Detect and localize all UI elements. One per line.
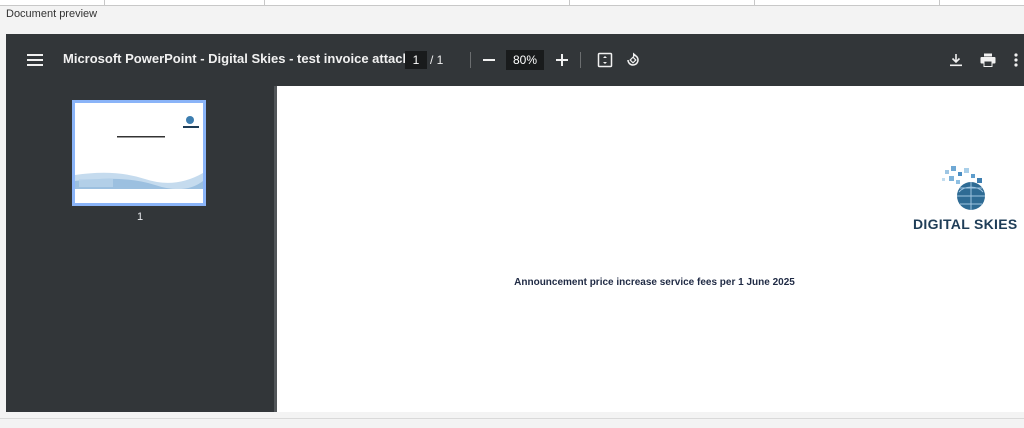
minus-icon (483, 59, 495, 61)
table-cell (120, 0, 265, 5)
plus-icon (556, 54, 568, 66)
more-options-button[interactable] (1010, 49, 1022, 71)
pdf-viewer: Microsoft PowerPoint - Digital Skies - t… (6, 34, 1024, 412)
section-label: Document preview (6, 8, 98, 20)
table-row-cropped (0, 0, 1024, 6)
fit-to-page-icon (597, 52, 613, 68)
table-cell[interactable] (0, 0, 105, 5)
table-cell (755, 0, 940, 5)
zoom-out-button[interactable] (478, 49, 500, 71)
announcement-text: Announcement price increase service fees… (514, 277, 795, 288)
thumbnail-sidebar: 1 (6, 86, 274, 412)
download-button[interactable] (945, 49, 967, 71)
digital-skies-logo-icon (942, 166, 985, 210)
rotate-icon (627, 52, 639, 66)
page-number-input[interactable]: 1 (405, 51, 427, 69)
logo-text: DIGITAL SKIES (913, 216, 1018, 232)
toolbar-divider (580, 52, 581, 68)
zoom-in-button[interactable] (551, 49, 573, 71)
print-button[interactable] (977, 49, 999, 71)
hamburger-menu-icon[interactable] (24, 49, 46, 71)
more-vertical-icon (1014, 53, 1018, 67)
fit-to-page-button[interactable] (594, 49, 616, 71)
document-title: Microsoft PowerPoint - Digital Skies - t… (63, 51, 422, 66)
viewer-toolbar: Microsoft PowerPoint - Digital Skies - t… (6, 34, 1024, 86)
document-page: DIGITAL SKIES Announcement price increas… (277, 86, 1024, 412)
table-cell (265, 0, 570, 5)
zoom-input[interactable]: 80% (506, 50, 544, 70)
toolbar-divider (470, 52, 471, 68)
download-icon (950, 54, 962, 67)
print-icon (980, 53, 996, 67)
table-cell (570, 0, 755, 5)
rotate-button[interactable] (622, 49, 644, 71)
thumbnail-page-number: 1 (136, 211, 144, 223)
thumbnail-preview (75, 103, 203, 203)
page-total: / 1 (430, 53, 444, 67)
page-thumbnail[interactable] (72, 100, 206, 206)
